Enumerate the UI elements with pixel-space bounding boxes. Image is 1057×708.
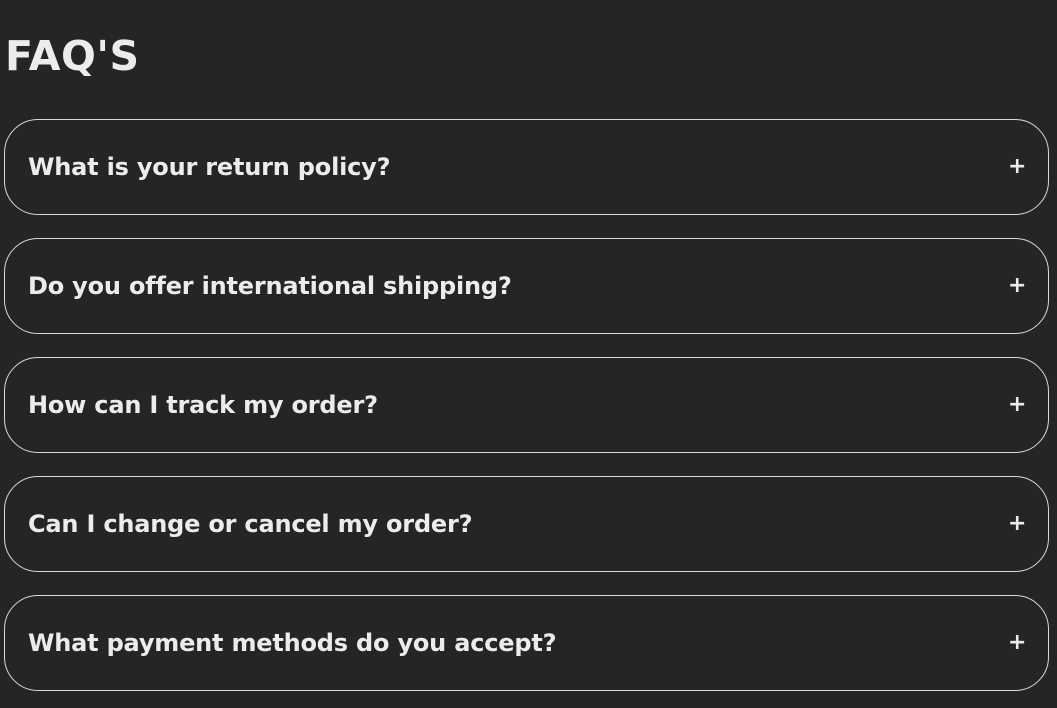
plus-icon[interactable]: + [1008,394,1026,416]
faq-question: Can I change or cancel my order? [28,510,473,538]
page-title: FAQ'S [5,32,140,80]
faq-list: What is your return policy? + Do you off… [4,119,1049,708]
faq-item-track-order[interactable]: How can I track my order? + [4,357,1049,453]
faq-item-payment-methods[interactable]: What payment methods do you accept? + [4,595,1049,691]
faq-question: What is your return policy? [28,153,391,181]
plus-icon[interactable]: + [1008,513,1026,535]
faq-item-return-policy[interactable]: What is your return policy? + [4,119,1049,215]
plus-icon[interactable]: + [1008,632,1026,654]
plus-icon[interactable]: + [1008,275,1026,297]
faq-question: What payment methods do you accept? [28,629,557,657]
faq-question: How can I track my order? [28,391,378,419]
faq-item-international-shipping[interactable]: Do you offer international shipping? + [4,238,1049,334]
faq-question: Do you offer international shipping? [28,272,512,300]
faq-item-change-cancel-order[interactable]: Can I change or cancel my order? + [4,476,1049,572]
plus-icon[interactable]: + [1008,156,1026,178]
